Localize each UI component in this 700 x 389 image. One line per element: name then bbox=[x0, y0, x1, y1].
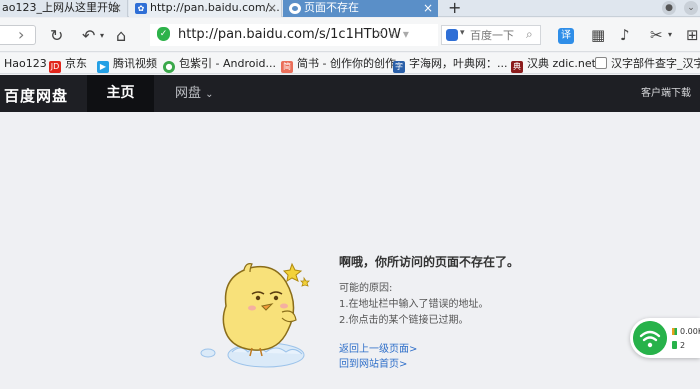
tab-hao123[interactable]: ao123_上网从这里开始 × bbox=[0, 0, 128, 17]
scissors-dropdown-icon[interactable]: ▾ bbox=[668, 30, 672, 39]
android-icon: ● bbox=[163, 61, 175, 73]
bookmark-jianshu[interactable]: 简简书 - 创作你的创作 bbox=[281, 56, 396, 73]
bookmark-tencent-video[interactable]: ▶ 腾讯视频 bbox=[97, 56, 157, 73]
tab-pan-baidu[interactable]: ✿ http://pan.baidu.com/... × bbox=[129, 0, 282, 17]
nav-pan[interactable]: 网盘 ⌄ bbox=[175, 75, 214, 112]
chevron-down-icon: ⌄ bbox=[205, 89, 214, 100]
bookmark-android[interactable]: ● 包紫引 - Android... bbox=[163, 56, 276, 73]
bookmark-hanzi[interactable]: 汉字部件查字_汉字... bbox=[595, 56, 700, 71]
site-header: 百度网盘 主页 网盘 ⌄ 客户端下载 bbox=[0, 75, 700, 112]
jianshu-icon: 简 bbox=[281, 61, 293, 73]
jd-icon: JD bbox=[49, 61, 61, 73]
sad-chick-illustration bbox=[200, 262, 310, 368]
network-widget[interactable]: 0.00K 2 bbox=[630, 318, 700, 358]
new-tab-button[interactable]: + bbox=[448, 0, 461, 17]
main-content: 啊哦，你所访问的页面不存在了。 可能的原因: 1.在地址栏中输入了错误的地址。 … bbox=[0, 112, 700, 389]
menu-icon[interactable]: ⌄ bbox=[684, 1, 698, 15]
zihai-icon: 字 bbox=[393, 61, 405, 73]
url-text[interactable]: http://pan.baidu.com/s/1c1HTb0W bbox=[178, 27, 401, 42]
search-icon[interactable]: ⌕ bbox=[526, 27, 533, 42]
chevron-right-icon: › bbox=[18, 25, 25, 44]
baidu-search-engine-icon[interactable] bbox=[446, 29, 458, 41]
baidu-cloud-icon bbox=[289, 3, 301, 14]
tab-title: ao123_上网从这里开始 bbox=[2, 1, 119, 14]
connection-count: 2 bbox=[672, 341, 685, 350]
baidu-paw-icon: ✿ bbox=[135, 3, 147, 14]
up-down-arrows-icon bbox=[672, 328, 677, 335]
back-link[interactable]: 返回上一级页面> bbox=[339, 340, 417, 355]
chevron-down-icon[interactable]: ▾ bbox=[460, 28, 465, 38]
close-icon[interactable]: × bbox=[112, 0, 122, 16]
error-title: 啊哦，你所访问的页面不存在了。 bbox=[339, 255, 520, 269]
tab-title: http://pan.baidu.com/... bbox=[150, 1, 280, 14]
nav-home[interactable]: 主页 bbox=[87, 75, 154, 112]
tencent-video-icon: ▶ bbox=[97, 61, 109, 73]
bookmark-zihai[interactable]: 字字海网，叶典网：... bbox=[393, 56, 508, 73]
speaker-icon[interactable]: ♪ bbox=[620, 26, 630, 44]
address-toolbar: › ↻ ↶ ▾ ⌂ ✓ http://pan.baidu.com/s/1c1HT… bbox=[0, 18, 700, 52]
apps-grid-icon[interactable]: ▦ bbox=[591, 26, 605, 44]
reason-1: 1.在地址栏中输入了错误的地址。 bbox=[339, 299, 489, 310]
search-box[interactable]: ▾ ⌕ bbox=[441, 25, 541, 45]
client-download-link[interactable]: 客户端下载 bbox=[641, 75, 691, 112]
bookmark-zdic[interactable]: 典汉典 zdic.net bbox=[511, 56, 596, 73]
skin-icon[interactable]: ● bbox=[662, 1, 676, 15]
bookmark-jd[interactable]: JD 京东 bbox=[49, 56, 87, 73]
scissors-icon[interactable]: ✂ bbox=[650, 26, 663, 44]
translate-icon[interactable]: 译 bbox=[558, 28, 574, 44]
network-speed: 0.00K bbox=[672, 327, 700, 336]
tab-strip: ao123_上网从这里开始 × ✿ http://pan.baidu.com/.… bbox=[0, 0, 700, 17]
reasons-heading: 可能的原因: bbox=[339, 283, 393, 294]
battery-icon bbox=[672, 341, 677, 349]
url-action-icons[interactable]: ⚡ ☆ ▾ bbox=[376, 27, 409, 41]
tab-page-not-found[interactable]: 页面不存在 × bbox=[283, 0, 438, 17]
tab-title: 页面不存在 bbox=[304, 1, 359, 14]
home-link[interactable]: 回到网站首页> bbox=[339, 355, 407, 370]
baidu-pan-logo[interactable]: 百度网盘 bbox=[4, 85, 68, 106]
close-icon[interactable]: × bbox=[423, 0, 433, 16]
page-icon bbox=[595, 57, 607, 69]
forward-button[interactable]: › bbox=[0, 25, 36, 45]
bookmark-hao123[interactable]: Hao123 bbox=[4, 56, 47, 71]
undo-icon[interactable]: ↶ bbox=[82, 25, 95, 47]
undo-dropdown-icon[interactable]: ▾ bbox=[100, 25, 104, 47]
more-icon[interactable]: ⊞ bbox=[686, 26, 699, 44]
secure-shield-icon: ✓ bbox=[157, 27, 170, 41]
zdic-icon: 典 bbox=[511, 61, 523, 73]
close-icon[interactable]: × bbox=[267, 0, 277, 16]
bookmarks-bar: Hao123 JD 京东 ▶ 腾讯视频 ● 包紫引 - Android... 简简书 … bbox=[0, 53, 700, 74]
wifi-icon bbox=[633, 321, 667, 355]
refresh-icon[interactable]: ↻ bbox=[50, 25, 63, 47]
search-input[interactable] bbox=[470, 28, 522, 42]
reason-2: 2.你点击的某个链接已过期。 bbox=[339, 315, 469, 326]
home-icon[interactable]: ⌂ bbox=[116, 25, 126, 47]
